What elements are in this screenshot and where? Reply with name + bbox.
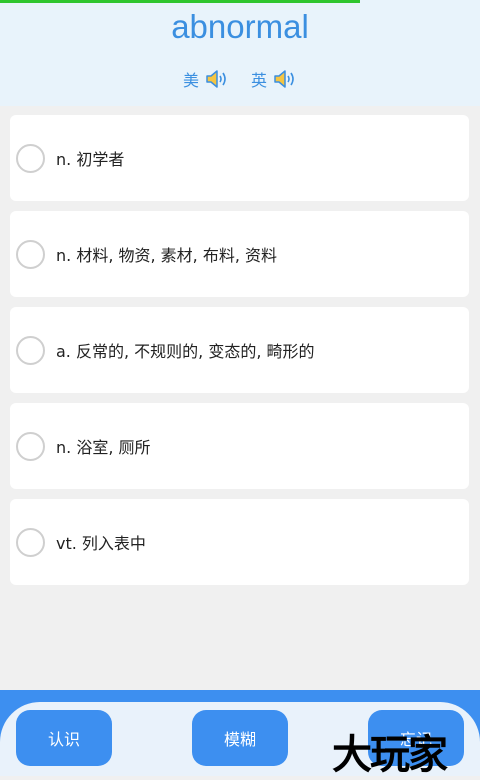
- radio-circle-icon[interactable]: [16, 335, 45, 365]
- radio-circle-icon[interactable]: [16, 239, 45, 269]
- answer-option-text: n. 初学者: [56, 150, 125, 169]
- answer-option-text: n. 浴室, 厕所: [56, 438, 151, 457]
- answer-option[interactable]: a. 反常的, 不规则的, 变态的, 畸形的: [10, 307, 469, 393]
- answer-option[interactable]: n. 材料, 物资, 素材, 布料, 资料: [10, 211, 469, 297]
- progress-fill: [0, 0, 360, 3]
- word-header: abnormal 美 英: [0, 0, 480, 106]
- word-title: abnormal: [171, 8, 309, 45]
- pronunciation-uk-button[interactable]: 英: [251, 67, 297, 91]
- fuzzy-button[interactable]: 模糊: [192, 710, 288, 766]
- answer-option[interactable]: n. 初学者: [10, 115, 469, 201]
- watermark-logo: 大玩家: [332, 731, 448, 778]
- speaker-icon: [274, 70, 294, 88]
- pronunciation-uk-label: 英: [251, 71, 268, 90]
- answer-options: n. 初学者 n. 材料, 物资, 素材, 布料, 资料 a. 反常的, 不规则…: [10, 115, 469, 595]
- radio-circle-icon[interactable]: [16, 431, 45, 461]
- answer-option-text: n. 材料, 物资, 素材, 布料, 资料: [56, 246, 278, 265]
- pronunciation-row: 美 英: [0, 67, 480, 91]
- progress-bar: [0, 0, 480, 3]
- speaker-icon: [206, 70, 226, 88]
- answer-option-text: a. 反常的, 不规则的, 变态的, 畸形的: [56, 342, 315, 361]
- radio-circle-icon[interactable]: [16, 527, 45, 557]
- radio-circle-icon[interactable]: [16, 143, 45, 173]
- answer-option[interactable]: vt. 列入表中: [10, 499, 469, 585]
- answer-option-text: vt. 列入表中: [56, 534, 146, 553]
- pronunciation-us-label: 美: [182, 71, 199, 90]
- know-button[interactable]: 认识: [16, 710, 112, 766]
- answer-option[interactable]: n. 浴室, 厕所: [10, 403, 469, 489]
- pronunciation-us-button[interactable]: 美: [183, 67, 229, 91]
